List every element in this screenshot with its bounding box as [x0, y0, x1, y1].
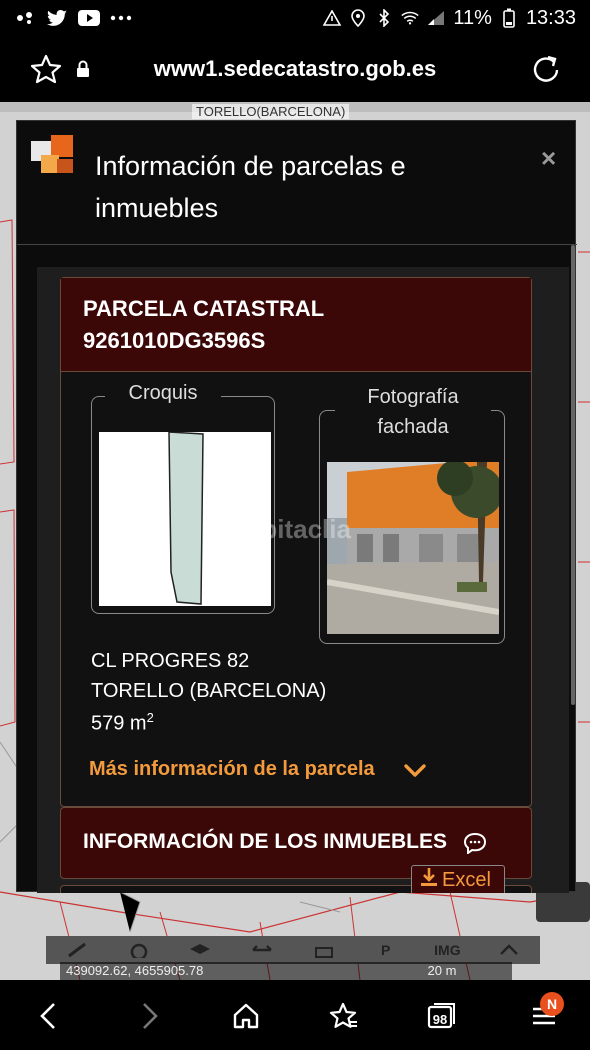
status-bar: 11% 13:33	[0, 0, 590, 36]
catastro-logo-icon	[31, 135, 79, 183]
modal-title: Información de parcelas e inmuebles	[95, 151, 406, 223]
parcel-card: PARCELA CATASTRAL 9261010DG3596S Croquis…	[60, 277, 532, 807]
area-value: 579 m	[91, 712, 147, 735]
back-icon[interactable]	[30, 1000, 66, 1032]
url-text[interactable]: www1.sedecatastro.gob.es	[0, 56, 590, 82]
parcel-header: PARCELA CATASTRAL 9261010DG3596S	[61, 278, 531, 372]
battery-percent: 11%	[453, 6, 492, 29]
foto-label-line1: Fotografía	[367, 386, 459, 408]
browser-url-bar: www1.sedecatastro.gob.es	[0, 36, 590, 102]
close-button[interactable]: ×	[541, 143, 556, 174]
foto-label-line2: fachada	[377, 416, 449, 438]
parcel-reference: 9261010DG3596S	[83, 328, 266, 353]
modal-content: PARCELA CATASTRAL 9261010DG3596S Croquis…	[37, 267, 569, 893]
clock: 13:33	[525, 6, 576, 29]
address-city: TORELLO (BARCELONA)	[91, 680, 327, 702]
alert-icon	[323, 9, 342, 27]
map-toolbar: P IMG	[46, 936, 540, 964]
inmuebles-heading: INFORMACIÓN DE LOS INMUEBLES	[83, 830, 448, 853]
comment-icon	[463, 832, 487, 855]
dots-icon	[14, 9, 36, 27]
location-icon	[349, 9, 367, 27]
bluetooth-icon	[375, 9, 393, 27]
watermark-text: habitaclia	[231, 514, 351, 544]
wifi-icon	[401, 9, 420, 27]
tabs-count: 98	[432, 1011, 448, 1027]
facade-photo[interactable]	[327, 462, 499, 634]
share-icon[interactable]	[489, 938, 529, 962]
battery-icon	[500, 8, 518, 28]
signal-icon	[427, 9, 445, 27]
tabs-button[interactable]: 98	[424, 1000, 460, 1032]
parcel-area: 579 m2	[91, 710, 154, 736]
img-tool[interactable]: IMG	[427, 938, 467, 962]
layers-icon[interactable]	[180, 938, 220, 962]
twitter-icon	[46, 9, 68, 27]
home-icon[interactable]	[228, 1000, 264, 1032]
more-icon	[110, 9, 132, 27]
notification-badge: N	[540, 992, 564, 1016]
excel-label: Excel	[442, 868, 491, 891]
chevron-down-icon[interactable]	[403, 762, 427, 780]
status-right: 11% 13:33	[323, 7, 576, 30]
bookmarks-icon[interactable]	[326, 1000, 362, 1032]
reload-icon[interactable]	[530, 54, 560, 84]
forward-icon[interactable]	[132, 1000, 168, 1032]
map-town-label: TORELLO(BARCELONA)	[192, 104, 350, 119]
map-coordinates: 439092.62, 4655905.78	[60, 962, 372, 980]
modal-header: Información de parcelas e inmuebles ×	[17, 121, 577, 245]
area-unit-sup: 2	[146, 710, 154, 725]
more-info-link[interactable]: Más información de la parcela	[89, 758, 375, 781]
youtube-icon	[78, 9, 100, 27]
arrows-icon[interactable]	[242, 938, 282, 962]
croquis-label: Croquis	[105, 382, 221, 405]
search-icon[interactable]	[119, 938, 159, 962]
map-scale: 20 m	[372, 962, 512, 980]
excel-download-button[interactable]: Excel	[411, 865, 505, 893]
foto-label: Fotografía fachada	[335, 382, 491, 442]
parking-tool[interactable]: P	[366, 938, 406, 962]
modal-scrollbar[interactable]	[571, 245, 575, 705]
browser-nav-bar: 98	[0, 980, 590, 1050]
print-icon[interactable]	[304, 938, 344, 962]
parcel-heading: PARCELA CATASTRAL	[83, 296, 325, 321]
status-left	[14, 9, 132, 27]
address-street: CL PROGRES 82	[91, 650, 250, 672]
download-icon	[420, 867, 438, 893]
ruler-icon[interactable]	[57, 938, 97, 962]
info-modal: Información de parcelas e inmuebles × PA…	[16, 120, 577, 893]
